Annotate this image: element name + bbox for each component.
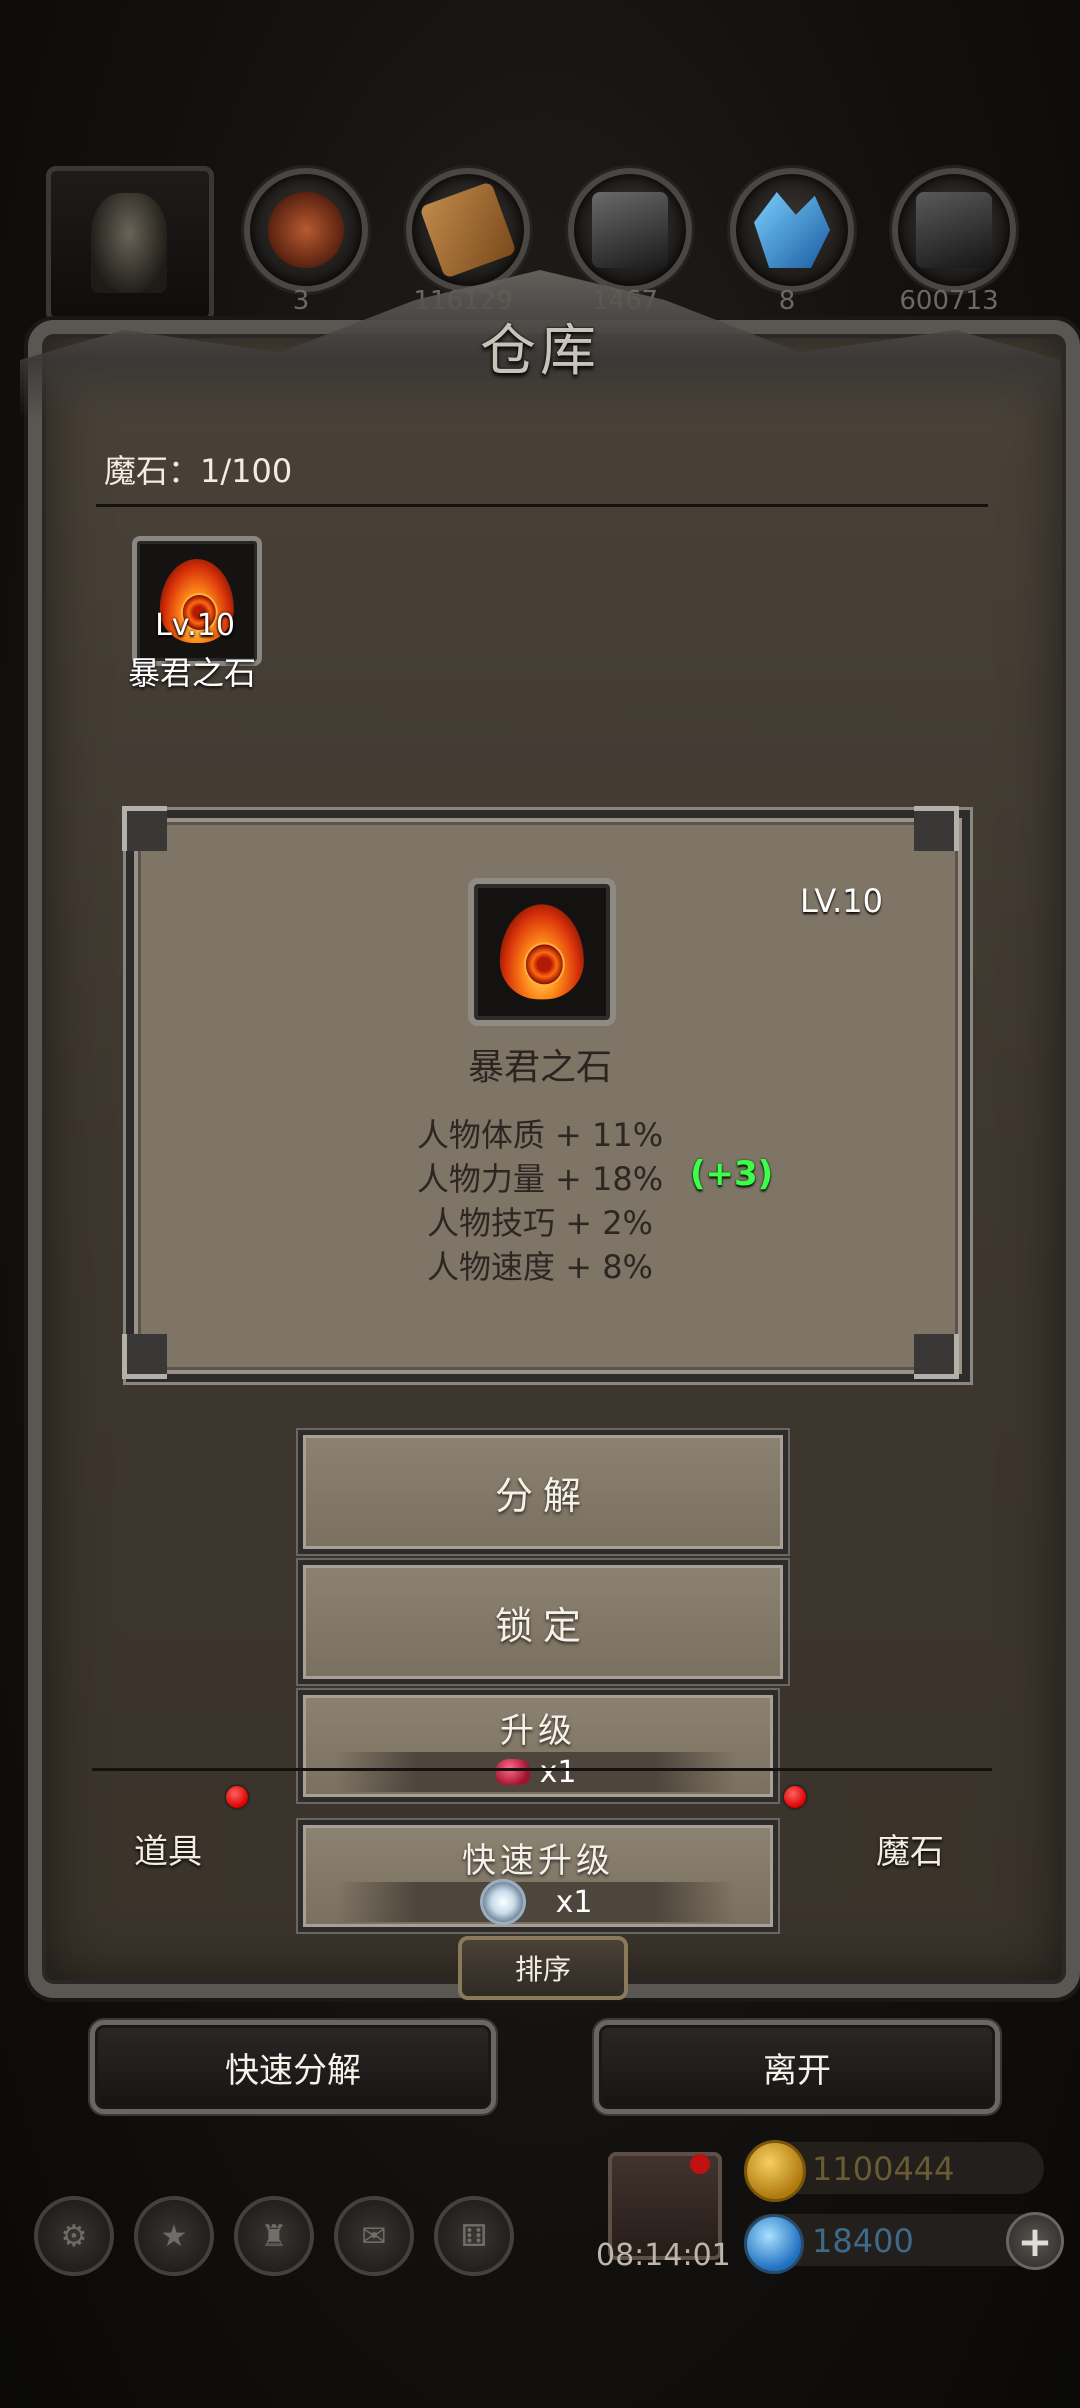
resource-slot-crystal[interactable]	[730, 168, 854, 292]
resource-slot-leather[interactable]	[244, 168, 368, 292]
add-currency-button[interactable]: +	[1006, 2212, 1064, 2270]
decompose-button[interactable]: 分解	[298, 1430, 788, 1554]
corner-ornament	[122, 1334, 167, 1379]
flame-stone-icon	[499, 904, 585, 1000]
resource-slot-iron[interactable]	[568, 168, 692, 292]
ore-rock-icon	[91, 193, 167, 293]
tab-divider	[92, 1768, 992, 1771]
item-level: Lv.10	[155, 608, 235, 643]
upgrade-cost-amount: x1	[539, 1754, 577, 1790]
quick-upgrade-label: 快速升级	[462, 1841, 614, 1881]
inventory-item[interactable]	[132, 536, 262, 666]
upgrade-cost: x1	[336, 1752, 736, 1792]
iron-ingot-icon	[592, 192, 668, 268]
item-name: 暴君之石	[127, 654, 256, 692]
strength-bonus: (+3)	[690, 1154, 774, 1194]
dice-icon[interactable]: ⚅	[434, 2196, 514, 2276]
magic-stone-count: 魔石：1/100	[104, 452, 293, 490]
corner-ornament	[914, 806, 959, 851]
corner-ornament	[914, 1334, 959, 1379]
notification-dot	[784, 1786, 806, 1808]
red-gem-icon	[495, 1759, 530, 1785]
corner-ornament	[122, 806, 167, 851]
divider	[96, 504, 988, 507]
notification-dot	[690, 2154, 710, 2174]
lock-button[interactable]: 锁定	[298, 1560, 788, 1684]
panel-title: 仓库	[480, 319, 600, 384]
leather-icon	[268, 192, 344, 268]
sort-button[interactable]: 排序	[458, 1936, 628, 2000]
quick-decompose-button[interactable]: 快速分解	[90, 2020, 496, 2114]
castle-icon[interactable]: ♜	[234, 2196, 314, 2276]
diamond-amount: 18400	[812, 2222, 914, 2260]
resource-slot-wood[interactable]	[406, 168, 530, 292]
tab-magic-stones[interactable]: 魔石	[876, 1824, 944, 1873]
upgrade-label: 升级	[500, 1711, 576, 1751]
stat-strength: 人物力量 + 18%	[416, 1160, 664, 1198]
detail-item-icon	[468, 878, 616, 1026]
leave-button[interactable]: 离开	[594, 2020, 1000, 2114]
diamond-icon	[744, 2214, 804, 2274]
gold-amount: 1100444	[812, 2150, 955, 2188]
resource-count: 3	[292, 286, 310, 316]
stone-block-icon	[916, 192, 992, 268]
achievement-star-icon[interactable]: ★	[134, 2196, 214, 2276]
stat-speed: 人物速度 + 8%	[427, 1248, 653, 1286]
quick-upgrade-cost-amount: x1	[555, 1884, 593, 1920]
blue-crystal-icon	[754, 192, 830, 268]
settings-gear-icon[interactable]: ⚙	[34, 2196, 114, 2276]
resource-slot-selected[interactable]	[46, 166, 214, 322]
detail-item-name: 暴君之石	[467, 1047, 612, 1088]
mail-icon[interactable]: ✉	[334, 2196, 414, 2276]
tab-items[interactable]: 道具	[134, 1824, 202, 1873]
stat-skill: 人物技巧 + 2%	[427, 1204, 653, 1242]
notification-dot	[226, 1786, 248, 1808]
wood-plank-icon	[419, 181, 517, 279]
resource-count: 600713	[899, 286, 999, 316]
resource-count: 8	[778, 286, 796, 316]
resource-slot-stone[interactable]	[892, 168, 1016, 292]
quick-upgrade-cost: x1	[336, 1879, 736, 1925]
gift-timer: 08:14:01	[596, 2238, 731, 2273]
white-crystal-icon	[479, 1879, 526, 1925]
stat-constitution: 人物体质 + 11%	[416, 1116, 664, 1154]
gold-coin-icon	[744, 2140, 806, 2202]
detail-level: LV.10	[800, 882, 883, 920]
